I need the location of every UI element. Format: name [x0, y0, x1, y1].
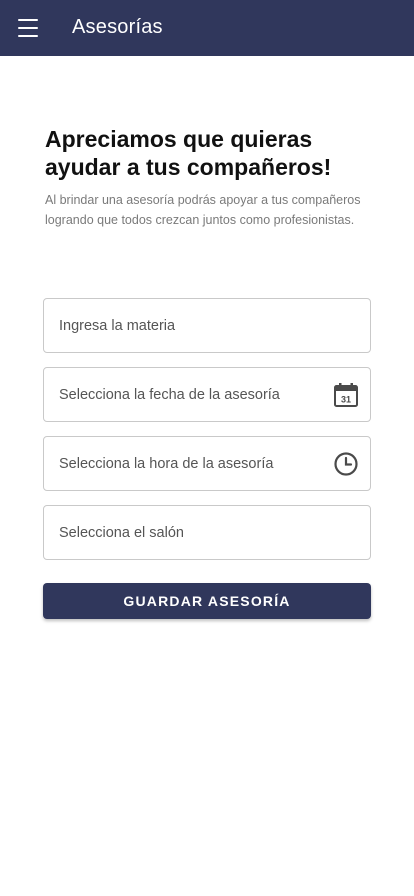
menu-icon[interactable]	[18, 19, 38, 37]
calendar-icon-day: 31	[341, 395, 351, 405]
subject-field[interactable]	[43, 298, 371, 353]
date-input[interactable]	[59, 386, 319, 403]
room-field[interactable]	[43, 505, 371, 560]
subject-input[interactable]	[59, 317, 319, 334]
menu-icon-line	[18, 35, 38, 37]
time-input[interactable]	[59, 455, 319, 472]
date-field[interactable]: 31	[43, 367, 371, 422]
room-input[interactable]	[59, 524, 319, 541]
time-field[interactable]	[43, 436, 371, 491]
subtitle: Al brindar una asesoría podrás apoyar a …	[45, 193, 361, 227]
page-title: Asesorías	[72, 16, 163, 38]
clock-icon[interactable]	[333, 451, 359, 477]
menu-icon-line	[18, 27, 38, 29]
headline: Apreciamos que quieras ayudar a tus comp…	[45, 126, 332, 180]
menu-icon-line	[18, 19, 38, 21]
app-bar: Asesorías	[0, 0, 414, 56]
save-button[interactable]: GUARDAR ASESORÍA	[43, 583, 371, 619]
calendar-icon[interactable]: 31	[333, 382, 359, 408]
